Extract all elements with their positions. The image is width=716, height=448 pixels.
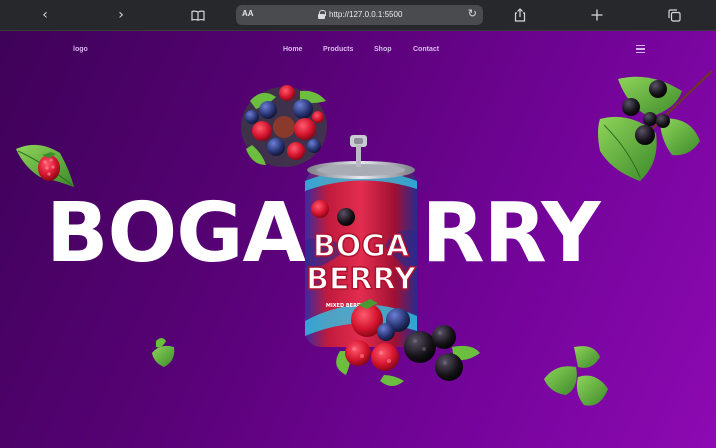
leaf-small-bottomleft bbox=[152, 338, 175, 367]
blackberry-branch-topright bbox=[598, 70, 713, 181]
web-page: logo Home Products Shop Contact BOGA BERR… bbox=[0, 31, 716, 448]
can-label-boga: BOGA bbox=[313, 229, 410, 264]
hero-artwork: BOGA BERRY MIXED BERRY bbox=[16, 70, 713, 406]
url-text[interactable]: http://127.0.0.1:5500 bbox=[329, 10, 402, 19]
tabs-icon[interactable] bbox=[663, 5, 685, 25]
reload-icon[interactable]: ↻ bbox=[468, 7, 477, 20]
chevron-right-icon[interactable]: › bbox=[110, 5, 132, 25]
berry-cluster-top bbox=[241, 85, 327, 167]
raspberry-leaf-topleft bbox=[16, 144, 74, 187]
chevron-left-icon[interactable]: ‹ bbox=[34, 5, 56, 25]
reader-aa-button[interactable]: AA bbox=[242, 9, 254, 18]
address-bar[interactable]: AA http://127.0.0.1:5500 ↻ bbox=[236, 5, 483, 25]
plus-icon[interactable] bbox=[586, 5, 608, 25]
browser-toolbar: ‹ › AA http://127.0.0.1:5500 ↻ bbox=[0, 0, 716, 31]
book-icon[interactable] bbox=[187, 5, 209, 25]
can-label-berry: BERRY bbox=[306, 262, 417, 297]
share-icon[interactable] bbox=[509, 5, 531, 25]
leaves-bottomright bbox=[544, 346, 608, 406]
lock-icon bbox=[318, 10, 326, 19]
